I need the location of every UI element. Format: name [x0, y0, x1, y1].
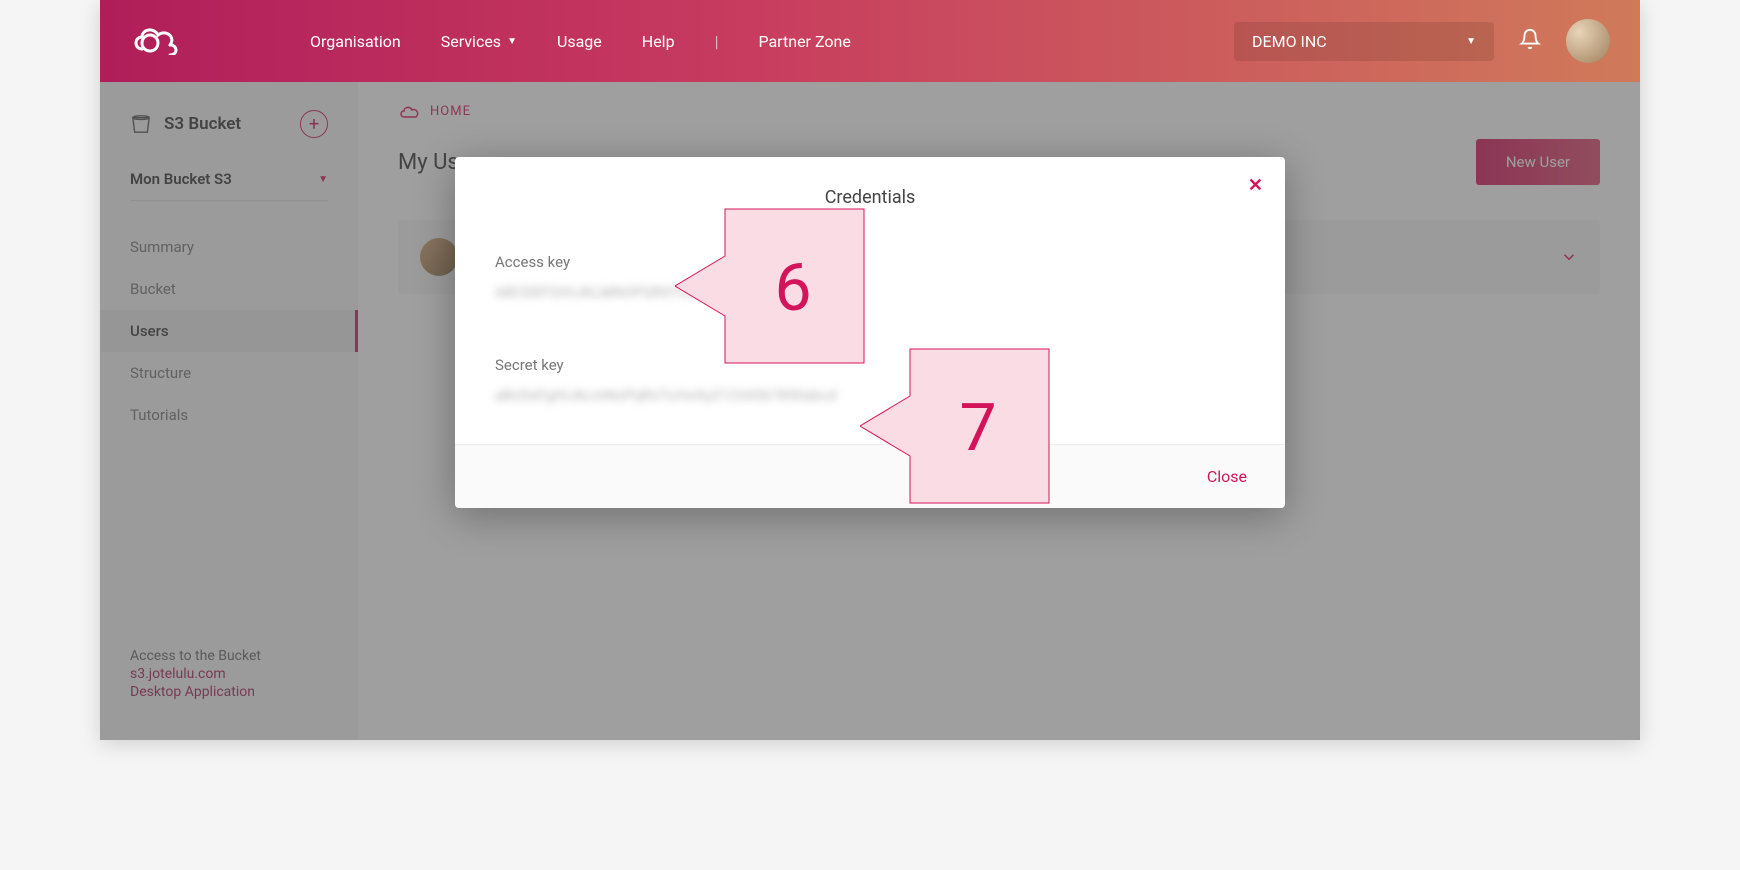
credentials-modal: ✕ Credentials Access key ABCDEFGHIJKLMNO… [455, 157, 1285, 508]
close-button[interactable]: Close [1207, 467, 1247, 486]
user-avatar[interactable] [1566, 19, 1610, 63]
nav-help[interactable]: Help [642, 32, 675, 51]
secret-key-label: Secret key [495, 356, 1245, 374]
access-key-label: Access key [495, 253, 1245, 271]
nav-partner-zone[interactable]: Partner Zone [758, 32, 850, 51]
top-nav: Organisation Services ▼ Usage Help | Par… [310, 32, 851, 51]
topbar: Organisation Services ▼ Usage Help | Par… [100, 0, 1640, 82]
secret-key-value: aBcDeFgHiJkLmNoPqRsTuVwXyZ1234567890abcd [495, 388, 1245, 404]
caret-down-icon: ▼ [1466, 36, 1476, 47]
caret-down-icon: ▼ [507, 36, 517, 47]
access-key-value: ABCDEFGHIJKLMNOPQRSTUVWX [495, 285, 1245, 301]
org-selector[interactable]: DEMO INC ▼ [1234, 22, 1494, 61]
nav-services-label: Services [441, 32, 501, 51]
nav-usage[interactable]: Usage [557, 32, 602, 51]
nav-divider: | [715, 32, 719, 51]
modal-overlay[interactable]: ✕ Credentials Access key ABCDEFGHIJKLMNO… [100, 82, 1640, 740]
logo-icon[interactable] [130, 23, 190, 59]
modal-title: Credentials [455, 157, 1285, 228]
modal-close-button[interactable]: ✕ [1248, 175, 1263, 196]
nav-services[interactable]: Services ▼ [441, 32, 517, 51]
org-selected-label: DEMO INC [1252, 32, 1327, 51]
notifications-icon[interactable] [1519, 28, 1541, 54]
nav-organisation[interactable]: Organisation [310, 32, 401, 51]
